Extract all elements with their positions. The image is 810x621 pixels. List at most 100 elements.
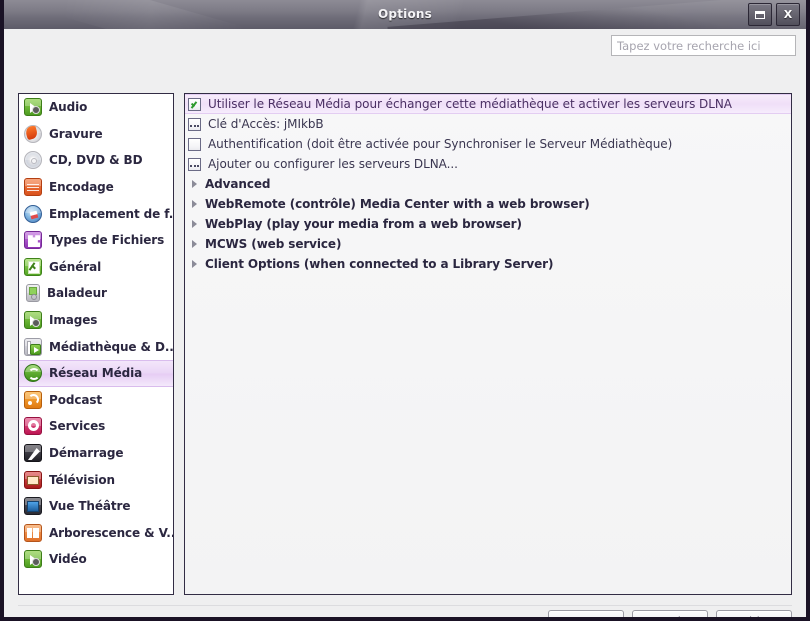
sidebar-item-2[interactable]: CD, DVD & BD [19, 147, 173, 174]
file-types-puzzle-icon [24, 231, 42, 250]
cancel-button[interactable]: Annuler [632, 610, 708, 617]
chevron-right-icon[interactable] [192, 240, 197, 248]
ellipsis-dot [193, 125, 196, 127]
sidebar-item-label: Images [49, 313, 98, 328]
checkbox-checked-icon[interactable] [188, 97, 201, 111]
option-access-key[interactable]: Clé d'Accès: jMIkbB [185, 114, 791, 134]
audio-icon [24, 98, 42, 117]
tree-section-webplay[interactable]: WebPlay (play your media from a web brow… [185, 214, 791, 234]
ellipsis-button-icon[interactable] [188, 117, 201, 131]
theater-view-icon [24, 497, 42, 516]
sidebar-item-14[interactable]: Télévision [19, 466, 173, 493]
tree-view-icon-part-pane [27, 527, 32, 538]
tree-view-icon [24, 523, 42, 542]
sidebar-item-label: Gravure [49, 126, 103, 141]
burn-disc-icon [24, 124, 42, 143]
help-button[interactable]: Aide [716, 610, 792, 617]
images-icon-part-dot [32, 319, 40, 328]
sidebar-item-9[interactable]: Médiathèque & D... [19, 333, 173, 360]
burn-disc-icon-part-flame [25, 125, 39, 141]
ellipsis-dot [190, 165, 192, 167]
sidebar-item-12[interactable]: Services [19, 413, 173, 440]
sidebar-item-6[interactable]: Général [19, 254, 173, 281]
tree-section-mcws[interactable]: MCWS (web service) [185, 234, 791, 254]
sidebar-item-3[interactable]: Encodage [19, 174, 173, 201]
sidebar-item-15[interactable]: Vue Théâtre [19, 493, 173, 520]
ok-button[interactable]: OK [548, 610, 624, 617]
sidebar-item-label: Réseau Média [49, 366, 143, 381]
television-icon-part-scr2 [27, 475, 39, 485]
video-icon-part-dot [32, 558, 40, 567]
options-detail-panel: Utiliser le Réseau Média pour échanger c… [184, 93, 792, 595]
sidebar-item-label: Services [49, 419, 106, 434]
media-network-icon-part-sw [28, 368, 40, 381]
option-authentication[interactable]: Authentification (doit être activée pour… [185, 134, 791, 154]
encoding-icon [24, 178, 42, 197]
portable-player-icon-part-wheel [31, 294, 37, 301]
ellipsis-button-icon[interactable] [188, 157, 201, 171]
sidebar-item-label: Types de Fichiers [49, 233, 165, 248]
option-label: Authentification (doit être activée pour… [208, 137, 673, 151]
checkbox-unchecked-icon[interactable] [188, 137, 201, 151]
sidebar-item-16[interactable]: Arborescence & V... [19, 520, 173, 547]
option-enable-media-network[interactable]: Utiliser le Réseau Média pour échanger c… [185, 94, 791, 114]
sidebar-item-label: Podcast [49, 392, 103, 407]
footer-divider [18, 605, 792, 606]
option-configure-dlna-servers[interactable]: Ajouter ou configurer les serveurs DLNA.… [185, 154, 791, 174]
tree-section-label: WebRemote (contrôle) Media Center with a… [205, 197, 590, 211]
sidebar-item-8[interactable]: Images [19, 307, 173, 334]
portable-player-icon [26, 284, 40, 303]
general-check-icon [24, 257, 42, 276]
search-input[interactable] [611, 35, 796, 56]
sidebar-item-17[interactable]: Vidéo [19, 546, 173, 573]
sidebar-item-label: Audio [49, 100, 88, 115]
optical-disc-icon [24, 151, 42, 170]
sidebar-item-0[interactable]: Audio [19, 94, 173, 121]
tree-section-webremote[interactable]: WebRemote (contrôle) Media Center with a… [185, 194, 791, 214]
titlebar-buttons: X [748, 3, 800, 26]
tree-section-label: MCWS (web service) [205, 237, 342, 251]
sidebar-item-5[interactable]: Types de Fichiers [19, 227, 173, 254]
images-icon [24, 311, 42, 330]
tree-view-icon-part-pane2 [33, 527, 39, 538]
television-icon [24, 470, 42, 489]
close-button[interactable]: X [776, 3, 800, 26]
option-label: Clé d'Accès: jMIkbB [208, 117, 324, 131]
tree-section-label: WebPlay (play your media from a web brow… [205, 217, 522, 231]
sidebar-item-1[interactable]: Gravure [19, 121, 173, 148]
sidebar-item-10[interactable]: Réseau Média [19, 359, 173, 387]
sidebar-item-label: Médiathèque & D... [49, 339, 174, 354]
sidebar-item-label: Général [49, 259, 102, 274]
title-bar[interactable]: Options X [4, 0, 806, 29]
file-location-icon [24, 204, 42, 223]
sidebar-item-11[interactable]: Podcast [19, 387, 173, 414]
tree-section-label: Client Options (when connected to a Libr… [205, 257, 554, 271]
audio-icon-part-dot [32, 106, 40, 115]
tree-section-label: Advanced [205, 177, 271, 191]
tree-section-client-options[interactable]: Client Options (when connected to a Libr… [185, 254, 791, 274]
ellipsis-dot [190, 125, 192, 127]
chevron-right-icon[interactable] [192, 180, 197, 188]
library-icon-part-grn [30, 343, 41, 355]
option-label: Ajouter ou configurer les serveurs DLNA.… [208, 157, 458, 171]
chevron-right-icon[interactable] [192, 200, 197, 208]
window-body: Audio Gravure CD, DVD & BD Encodage Emplacem… [4, 29, 806, 617]
restore-icon [755, 10, 765, 19]
sidebar-item-13[interactable]: Démarrage [19, 440, 173, 467]
file-location-icon-part-needle [27, 208, 41, 222]
video-icon [24, 550, 42, 569]
sidebar-item-label: CD, DVD & BD [49, 153, 143, 168]
chevron-right-icon[interactable] [192, 220, 197, 228]
chevron-right-icon[interactable] [192, 260, 197, 268]
sidebar-item-4[interactable]: Emplacement de f... [19, 200, 173, 227]
options-category-list[interactable]: Audio Gravure CD, DVD & BD Encodage Emplacem… [18, 93, 174, 595]
restore-button[interactable] [748, 3, 772, 26]
encoding-icon-part-wave [27, 184, 39, 194]
sidebar-item-7[interactable]: Baladeur [19, 280, 173, 307]
file-types-puzzle-icon-part-puz [28, 235, 40, 248]
search-row [4, 29, 806, 63]
library-icon [24, 337, 42, 356]
sidebar-item-label: Encodage [49, 180, 114, 195]
option-label: Utiliser le Réseau Média pour échanger c… [208, 97, 732, 111]
tree-section-advanced[interactable]: Advanced [185, 174, 791, 194]
